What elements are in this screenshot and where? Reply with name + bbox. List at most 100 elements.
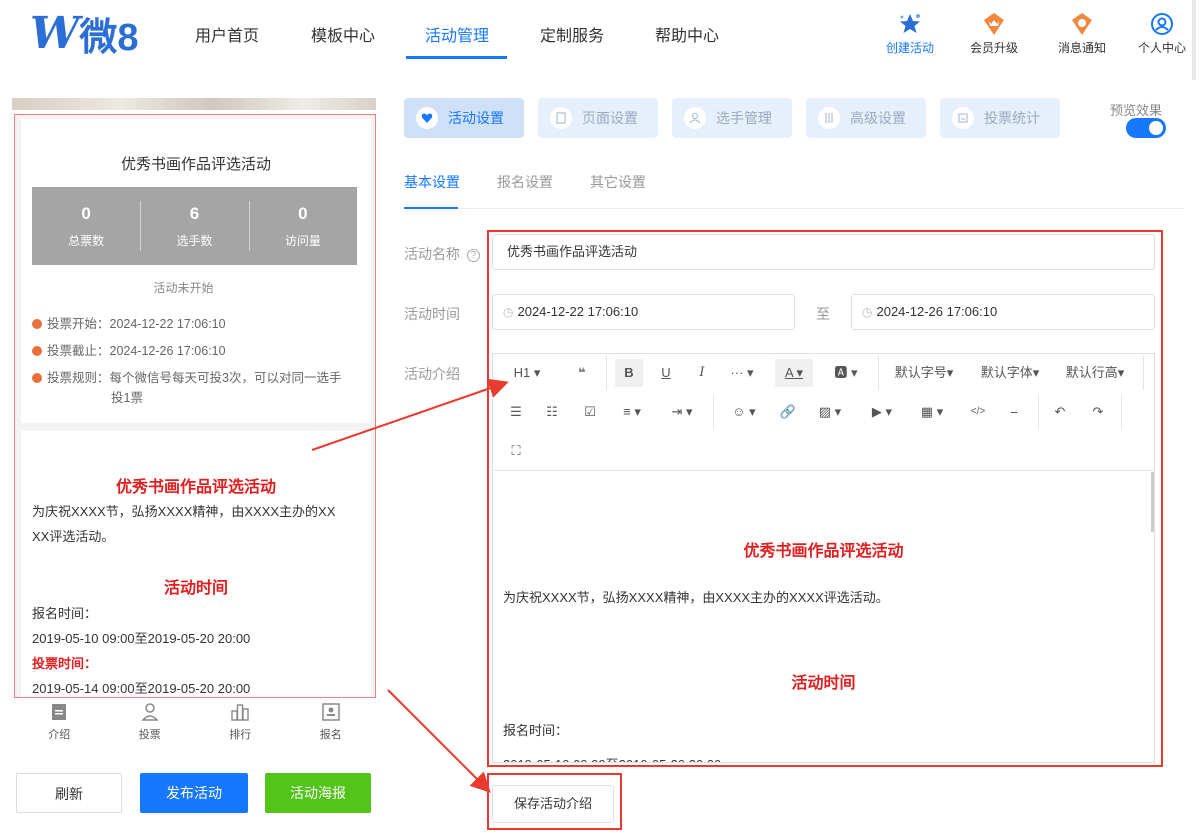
italic-icon[interactable]: I	[689, 359, 715, 387]
indent-icon[interactable]: ⇥ ▾	[665, 398, 699, 426]
numbered-list-icon[interactable]: ☷	[539, 398, 565, 426]
align-icon[interactable]: ≡ ▾	[615, 398, 649, 426]
nav-activity-management[interactable]: 活动管理	[425, 22, 489, 46]
tab-label: 投票统计	[984, 110, 1040, 126]
redo-icon[interactable]: ↷	[1085, 398, 1111, 426]
link-icon[interactable]: 🔗	[775, 398, 801, 426]
activity-summary-card: 优秀书画作品评选活动 0 总票数 6 选手数 0 访问量 活动未开始 投票开始：…	[21, 119, 371, 423]
subtab-active-underline	[404, 207, 458, 209]
bottom-nav-label: 介绍	[48, 729, 71, 741]
bottom-nav-ranking[interactable]: 排行	[195, 700, 286, 746]
member-upgrade-button[interactable]: 会员升级	[964, 12, 1024, 56]
help-icon[interactable]: ?	[466, 249, 480, 262]
preview-toggle-label: 预览效果	[1110, 103, 1163, 118]
tab-label: 高级设置	[850, 110, 906, 126]
activity-intro-label: 活动介绍	[404, 366, 460, 382]
stat-value: 6	[189, 204, 200, 223]
subtab-divider	[404, 208, 1184, 209]
heading-value: H1	[513, 365, 531, 380]
start-time-value: 2024-12-22 17:06:10	[517, 304, 639, 319]
fullscreen-icon[interactable]: ⛶	[503, 437, 529, 465]
end-time-input[interactable]: ◷ 2024-12-26 17:06:10	[851, 294, 1155, 330]
preview-intro-line: 为庆祝XXXX节，弘扬XXXX精神，由XXXX主办的XX	[32, 504, 336, 519]
nav-user-home[interactable]: 用户首页	[195, 22, 259, 46]
divider-icon[interactable]: ⎯	[1001, 398, 1027, 426]
subtab-signup-settings[interactable]: 报名设置	[497, 172, 553, 192]
tab-page-settings[interactable]: 页面设置	[538, 98, 658, 138]
more-format-icon[interactable]: ··· ▾	[725, 359, 759, 387]
tab-contestant-management[interactable]: 选手管理	[672, 98, 792, 138]
preview-intro-line: XX评选活动。	[32, 529, 115, 544]
star-icon	[900, 14, 920, 33]
activity-name-label-text: 活动名称	[404, 246, 460, 262]
heading-select[interactable]: H1 ▾	[507, 359, 547, 387]
undo-icon[interactable]: ↶	[1047, 398, 1073, 426]
nav-custom-service[interactable]: 定制服务	[540, 22, 604, 46]
blockquote-icon[interactable]: ❝	[567, 359, 597, 387]
phone-preview: 优秀书画作品评选活动 0 总票数 6 选手数 0 访问量 活动未开始 投票开始：…	[14, 114, 376, 698]
underline-icon[interactable]: U	[653, 359, 679, 387]
bottom-nav-label: 排行	[229, 729, 252, 741]
subtab-basic-settings[interactable]: 基本设置	[404, 172, 460, 192]
save-intro-button[interactable]: 保存活动介绍	[492, 785, 614, 823]
font-color-icon[interactable]: A ▾	[775, 359, 813, 387]
font-size-select[interactable]: 默认字号▾	[891, 359, 957, 387]
rich-text-editor: H1 ▾ ❝ B U I ··· ▾ A ▾ 🅰 ▾ 默认字号▾ 默认字体▾ 默…	[492, 353, 1155, 763]
font-family-select[interactable]: 默认字体▾	[977, 359, 1043, 387]
page-scrollbar[interactable]	[1192, 0, 1196, 80]
end-time-value: 2024-12-26 17:06:10	[876, 304, 998, 319]
todo-list-icon[interactable]: ☑	[577, 398, 603, 426]
image-icon[interactable]: ▨ ▾	[813, 398, 847, 426]
create-activity-button[interactable]: 创建活动	[880, 12, 940, 56]
tab-vote-statistics[interactable]: 投票统计	[940, 98, 1060, 138]
activity-time-label: 活动时间	[404, 306, 460, 322]
video-icon[interactable]: ▶ ▾	[865, 398, 899, 426]
subtab-other-settings[interactable]: 其它设置	[590, 172, 646, 192]
nav-active-underline	[406, 56, 507, 59]
editor-time-title: 活动时间	[791, 675, 856, 692]
editor-scrollbar[interactable]	[1151, 472, 1154, 532]
time-range-separator: 至	[816, 306, 830, 322]
vote-start-row: 投票开始：2024-12-22 17:06:10	[32, 314, 362, 334]
logo-w-mark: W	[30, 7, 79, 59]
toolbar-separator	[713, 395, 714, 429]
refresh-button[interactable]: 刷新	[16, 773, 122, 813]
toolbar-separator	[606, 356, 607, 390]
editor-content[interactable]: 优秀书画作品评选活动 为庆祝XXXX节，弘扬XXXX精神，由XXXX主办的XXX…	[493, 471, 1154, 762]
stat-label: 总票数	[68, 234, 105, 248]
nav-templates[interactable]: 模板中心	[311, 22, 375, 46]
table-icon[interactable]: ▦ ▾	[915, 398, 949, 426]
signup-card-icon	[322, 703, 340, 721]
tab-label: 页面设置	[582, 110, 638, 126]
background-color-icon[interactable]: 🅰 ▾	[829, 359, 863, 387]
preview-banner-image	[12, 98, 376, 110]
bottom-nav-vote[interactable]: 投票	[105, 700, 196, 746]
toolbar-separator	[1121, 395, 1122, 429]
preview-toggle-switch[interactable]	[1126, 118, 1166, 138]
logo[interactable]: W 微8	[30, 7, 139, 59]
bottom-nav-signup[interactable]: 报名	[286, 700, 377, 746]
line-height-select[interactable]: 默认行高▾	[1062, 359, 1128, 387]
editor-intro-title: 优秀书画作品评选活动	[743, 543, 904, 560]
code-icon[interactable]: </>	[965, 398, 991, 426]
publish-activity-button[interactable]: 发布活动	[140, 773, 248, 813]
stat-label: 选手数	[176, 234, 213, 248]
bold-icon[interactable]: B	[615, 359, 643, 387]
top-header: W 微8 用户首页 模板中心 活动管理 定制服务 帮助中心 创建活动 会员升级 …	[0, 0, 1200, 68]
tab-activity-settings[interactable]: 活动设置	[404, 98, 524, 138]
message-notification-button[interactable]: 消息通知	[1052, 12, 1112, 56]
create-activity-label: 创建活动	[885, 41, 934, 55]
personal-center-button[interactable]: 个人中心	[1132, 12, 1192, 56]
signup-label: 报名时间：	[32, 606, 98, 621]
tab-advanced-settings[interactable]: 高级设置	[806, 98, 926, 138]
activity-name-input[interactable]: 优秀书画作品评选活动	[492, 234, 1155, 270]
emoji-icon[interactable]: ☺ ▾	[727, 398, 761, 426]
start-time-input[interactable]: ◷ 2024-12-22 17:06:10	[492, 294, 795, 330]
crown-badge-icon	[984, 13, 1004, 35]
activity-poster-button[interactable]: 活动海报	[265, 773, 371, 813]
bullet-list-icon[interactable]: ☰	[503, 398, 529, 426]
nav-help-center[interactable]: 帮助中心	[655, 22, 719, 46]
preview-time-text: 报名时间： 2019-05-10 09:00至2019-05-20 20:00 …	[32, 601, 362, 697]
editor-signup-range: 2019-05-10 09:00至2019-05-20 20:00	[503, 754, 721, 762]
bottom-nav-intro[interactable]: 介绍	[14, 700, 105, 746]
